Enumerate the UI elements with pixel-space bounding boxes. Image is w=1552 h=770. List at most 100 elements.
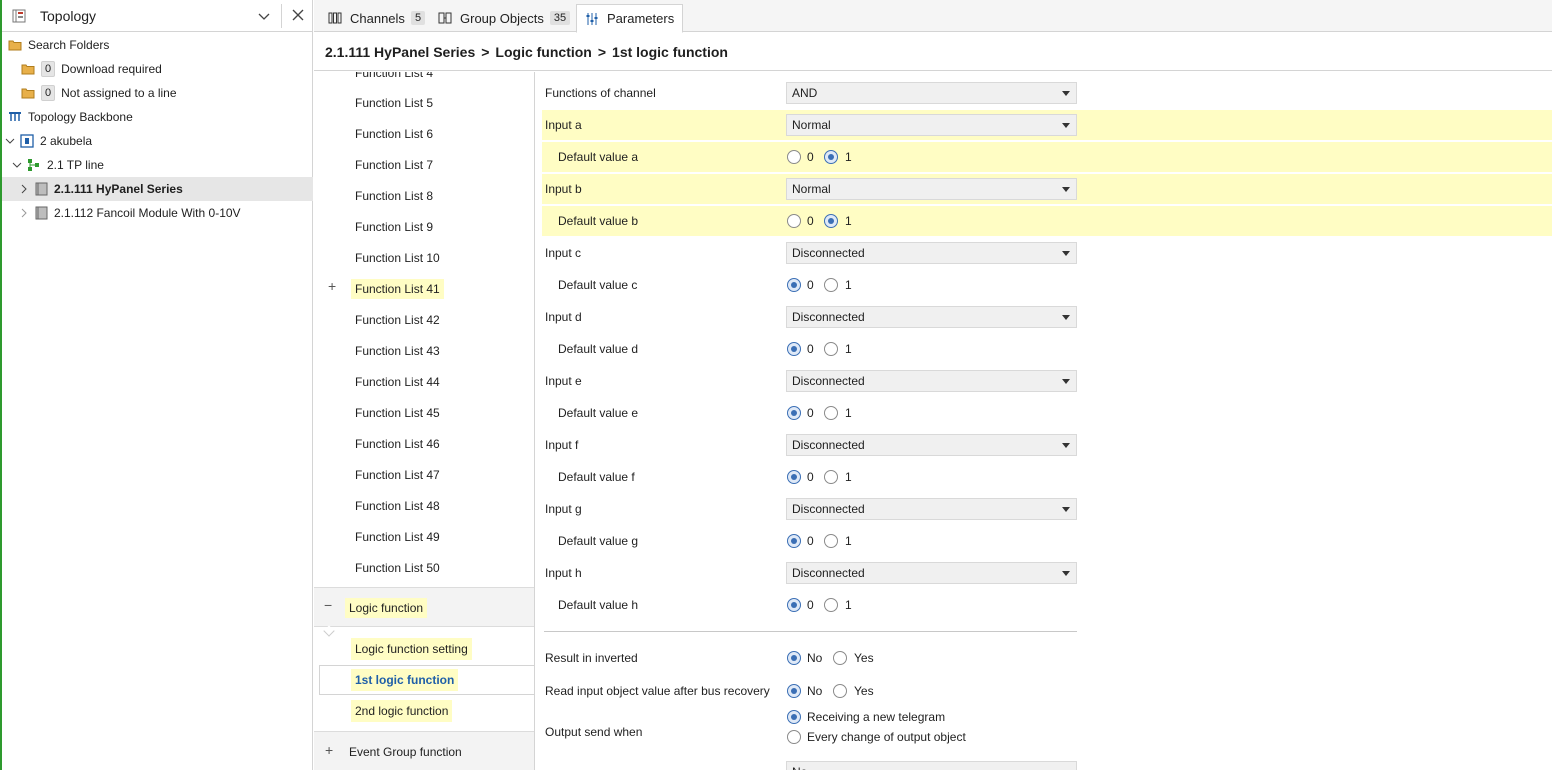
radio-label: 1	[845, 598, 852, 612]
group-label: Event Group function	[349, 745, 462, 759]
input-dropdown[interactable]: Disconnected	[786, 306, 1077, 328]
list-item[interactable]: Function List 48	[355, 496, 440, 516]
radio-no[interactable]	[787, 651, 801, 665]
send-delay-dropdown[interactable]: No	[786, 761, 1077, 770]
chevron-down-icon[interactable]	[12, 158, 22, 172]
radio-label: Yes	[854, 651, 874, 665]
radio-label: 1	[845, 470, 852, 484]
radio-yes[interactable]	[833, 651, 847, 665]
radio-0[interactable]	[787, 534, 801, 548]
list-item[interactable]: Function List 5	[355, 93, 433, 113]
tree-item-download-required[interactable]: 0 Download required	[2, 57, 313, 81]
tab-channels[interactable]: Channels 5	[320, 4, 433, 32]
dropdown-value: Normal	[792, 118, 831, 132]
param-input-row: Input g Disconnected	[542, 494, 1552, 524]
folder-icon	[8, 40, 22, 51]
dropdown-arrow-icon	[1062, 571, 1070, 576]
tree-item-search-folders[interactable]: Search Folders	[2, 33, 313, 57]
list-item[interactable]: Function List 45	[355, 403, 440, 423]
param-default-row: Default value c 0 1	[542, 270, 1552, 300]
radio-0[interactable]	[787, 342, 801, 356]
list-item[interactable]: Function List 47	[355, 465, 440, 485]
radio-no[interactable]	[787, 684, 801, 698]
param-label: Default value c	[558, 278, 638, 292]
list-item[interactable]: Function List 10	[355, 248, 440, 268]
breadcrumb-group[interactable]: Logic function	[495, 44, 591, 60]
tree-label: 2.1.112 Fancoil Module With 0-10V	[54, 206, 241, 220]
radio-receiving-telegram[interactable]	[787, 710, 801, 724]
radio-1[interactable]	[824, 278, 838, 292]
functions-dropdown[interactable]: AND	[786, 82, 1077, 104]
list-item[interactable]: Function List 7	[355, 155, 433, 175]
list-item[interactable]: Function List 44	[355, 372, 440, 392]
list-item[interactable]: Function List 6	[355, 124, 433, 144]
radio-every-change[interactable]	[787, 730, 801, 744]
radio-1[interactable]	[824, 342, 838, 356]
tab-parameters[interactable]: Parameters	[576, 4, 684, 33]
radio-0[interactable]	[787, 278, 801, 292]
list-item[interactable]: Function List 49	[355, 527, 440, 547]
list-item[interactable]: Function List 4	[355, 72, 433, 83]
input-dropdown[interactable]: Normal	[786, 178, 1077, 200]
chevron-right-icon[interactable]	[19, 206, 29, 220]
tree-label: 2 akubela	[40, 134, 93, 148]
input-dropdown[interactable]: Disconnected	[786, 434, 1077, 456]
input-dropdown[interactable]: Disconnected	[786, 242, 1077, 264]
group-logic-function[interactable]: − Logic function	[314, 587, 534, 627]
chevron-down-icon[interactable]	[257, 9, 271, 23]
tree-item-fancoil[interactable]: 2.1.112 Fancoil Module With 0-10V	[2, 201, 313, 225]
radio-1[interactable]	[824, 470, 838, 484]
radio-1[interactable]	[824, 406, 838, 420]
list-item[interactable]: Function List 42	[355, 310, 440, 330]
tree-item-area[interactable]: 2 akubela	[2, 129, 313, 153]
count-badge: 0	[41, 61, 56, 77]
sub-item-2nd-logic[interactable]: 2nd logic function	[351, 700, 453, 722]
tree-item-topology-backbone[interactable]: Topology Backbone	[2, 105, 313, 129]
radio-0[interactable]	[787, 150, 801, 164]
input-dropdown[interactable]: Disconnected	[786, 370, 1077, 392]
param-default-row: Default value g 0 1	[542, 526, 1552, 556]
dropdown-arrow-icon	[1062, 379, 1070, 384]
tree-item-not-assigned[interactable]: 0 Not assigned to a line	[2, 81, 313, 105]
tab-label: Parameters	[607, 11, 675, 26]
collapse-icon[interactable]: −	[324, 597, 332, 613]
list-item[interactable]: Function List 43	[355, 341, 440, 361]
close-icon[interactable]	[291, 8, 305, 22]
tree-item-hypanel[interactable]: 2.1.111 HyPanel Series	[2, 177, 313, 201]
list-item[interactable]: Function List 8	[355, 186, 433, 206]
param-default-row: Default value f 0 1	[542, 462, 1552, 492]
group-event-function[interactable]: + Event Group function	[314, 731, 534, 770]
breadcrumb-device[interactable]: 2.1.111 HyPanel Series	[325, 44, 475, 60]
radio-0[interactable]	[787, 406, 801, 420]
radio-1[interactable]	[824, 150, 838, 164]
sub-item-logic-setting[interactable]: Logic function setting	[351, 638, 472, 660]
radio-label: 0	[807, 150, 814, 164]
radio-0[interactable]	[787, 214, 801, 228]
parameters-icon	[586, 12, 598, 25]
radio-1[interactable]	[824, 214, 838, 228]
radio-1[interactable]	[824, 598, 838, 612]
param-input-row: Input e Disconnected	[542, 366, 1552, 396]
tab-group-objects[interactable]: Group Objects 35	[430, 4, 578, 32]
list-item[interactable]: Function List 50	[355, 558, 440, 578]
input-dropdown[interactable]: Normal	[786, 114, 1077, 136]
expand-icon[interactable]: +	[325, 742, 333, 758]
sub-item-1st-logic[interactable]: 1st logic function	[351, 669, 459, 691]
radio-yes[interactable]	[833, 684, 847, 698]
input-dropdown[interactable]: Disconnected	[786, 562, 1077, 584]
topology-panel: Topology Search Folders 0 Download requi…	[0, 0, 313, 770]
radio-0[interactable]	[787, 598, 801, 612]
radio-label: 1	[845, 214, 852, 228]
tree-item-tp-line[interactable]: 2.1 TP line	[2, 153, 313, 177]
radio-0[interactable]	[787, 470, 801, 484]
chevron-right-icon[interactable]	[19, 182, 29, 196]
radio-1[interactable]	[824, 534, 838, 548]
expand-icon[interactable]: +	[328, 278, 336, 294]
chevron-down-icon[interactable]	[5, 134, 15, 148]
folder-icon	[21, 64, 35, 75]
section-divider	[544, 631, 1077, 632]
list-item[interactable]: Function List 46	[355, 434, 440, 454]
input-dropdown[interactable]: Disconnected	[786, 498, 1077, 520]
list-item[interactable]: Function List 9	[355, 217, 433, 237]
list-item[interactable]: Function List 41	[351, 279, 444, 299]
